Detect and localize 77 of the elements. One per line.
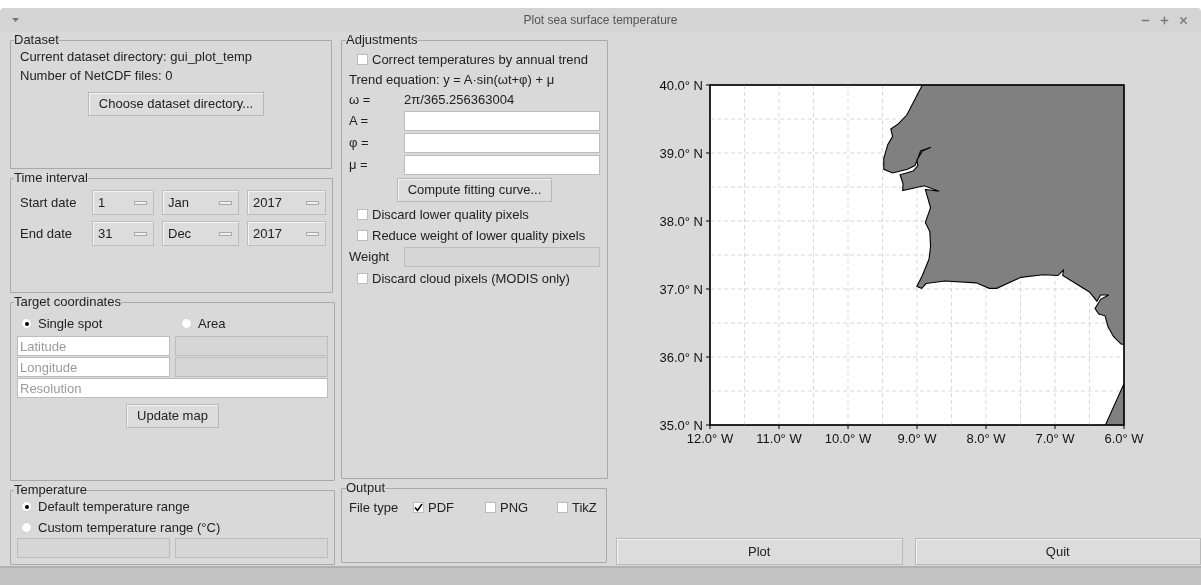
axis-tick-label: 38.0° N <box>659 214 703 229</box>
group-title: Time interval <box>14 171 88 185</box>
equation-label: Trend equation: y = A·sin(ωt+φ) + μ <box>349 71 556 90</box>
checkbox[interactable] <box>413 502 424 514</box>
axis-tick-label: 36.0° N <box>659 350 703 365</box>
dropdown[interactable]: 2017 <box>247 221 326 246</box>
checkbox[interactable] <box>557 502 568 514</box>
axis-tick-label: 7.0° W <box>1035 431 1075 446</box>
files-count-label: Number of NetCDF files: 0 <box>20 67 174 84</box>
push-button[interactable]: Quit <box>914 538 1201 565</box>
checkbox-label: TikZ <box>572 499 597 517</box>
checkbox[interactable] <box>485 502 496 514</box>
axis-tick-label: 6.0° W <box>1104 431 1144 446</box>
radio-button[interactable]: Custom temperature range (°C) <box>21 519 328 536</box>
checkbox[interactable] <box>357 273 368 284</box>
checkbox[interactable] <box>357 54 368 65</box>
input-field[interactable] <box>404 133 600 153</box>
radio-button[interactable]: Area <box>181 315 226 332</box>
dropdown[interactable]: 2017 <box>247 190 326 215</box>
close-icon[interactable] <box>1178 14 1189 26</box>
radio-button[interactable]: Single spot <box>21 315 181 332</box>
radio-button[interactable]: Default temperature range <box>21 498 328 515</box>
input-field[interactable]: Resolution <box>17 378 328 398</box>
input-field[interactable] <box>404 111 600 131</box>
indicator-icon <box>134 231 147 236</box>
dropdown[interactable]: 31 <box>92 221 154 246</box>
input-field[interactable] <box>404 155 600 175</box>
parameter-label: φ = <box>349 134 370 153</box>
menu-icon[interactable] <box>12 18 19 22</box>
date-label: Start date <box>20 193 78 212</box>
push-button[interactable]: Plot <box>616 538 903 565</box>
check-icon <box>414 503 423 513</box>
axis-tick-label: 37.0° N <box>659 282 703 297</box>
group-title: Dataset <box>14 33 59 47</box>
axis-tick-label: 9.0° W <box>897 431 937 446</box>
parameter-value: 2π/365.256363004 <box>404 91 515 110</box>
parameter-label: μ = <box>349 156 369 175</box>
group-title: Output <box>346 481 386 495</box>
indicator-icon <box>219 200 232 205</box>
group-title: Adjustments <box>346 33 418 47</box>
indicator-icon <box>306 231 319 236</box>
axis-tick-label: 12.0° W <box>686 431 734 446</box>
checkbox[interactable] <box>357 209 368 220</box>
group-title: Temperature <box>14 483 87 497</box>
input-field[interactable]: Latitude <box>17 336 170 356</box>
push-button[interactable]: Update map <box>126 404 219 428</box>
parameter-label: Weight <box>349 248 391 267</box>
dropdown[interactable]: 1 <box>92 190 154 215</box>
checkbox-label: Reduce weight of lower quality pixels <box>372 226 586 245</box>
checkbox-label: PDF <box>428 499 454 517</box>
dropdown[interactable]: Jan <box>162 190 239 215</box>
dropdown[interactable]: Dec <box>162 221 239 246</box>
checkbox-label: PNG <box>500 499 529 517</box>
parameter-label: A = <box>349 112 370 131</box>
axis-tick-label: 10.0° W <box>824 431 872 446</box>
axis-tick-label: 35.0° N <box>659 418 703 433</box>
parameter-label: ω = <box>349 91 372 110</box>
group-title: Target coordinates <box>14 295 121 309</box>
date-label: End date <box>20 224 74 243</box>
input-field[interactable]: Longitude <box>17 357 170 377</box>
axis-tick-label: 8.0° W <box>966 431 1006 446</box>
window-title: Plot sea surface temperature <box>523 12 678 29</box>
indicator-icon <box>306 200 319 205</box>
indicator-icon <box>219 231 232 236</box>
checkbox-label: Correct temperatures by annual trend <box>372 50 589 69</box>
axis-tick-label: 40.0° N <box>659 78 703 93</box>
directory-label: Current dataset directory: gui_plot_temp <box>20 48 253 65</box>
indicator-icon <box>134 200 147 205</box>
maximize-icon[interactable] <box>1159 14 1170 26</box>
push-button[interactable]: Compute fitting curve... <box>396 178 553 202</box>
checkbox[interactable] <box>357 230 368 241</box>
checkbox-label: Discard lower quality pixels <box>372 205 529 224</box>
axis-tick-label: 11.0° W <box>756 431 802 446</box>
axis-tick-label: 39.0° N <box>659 146 703 161</box>
push-button[interactable]: Choose dataset directory... <box>87 92 265 116</box>
file-type-label: File type <box>349 499 400 517</box>
checkbox-label: Discard cloud pixels (MODIS only) <box>372 269 570 288</box>
